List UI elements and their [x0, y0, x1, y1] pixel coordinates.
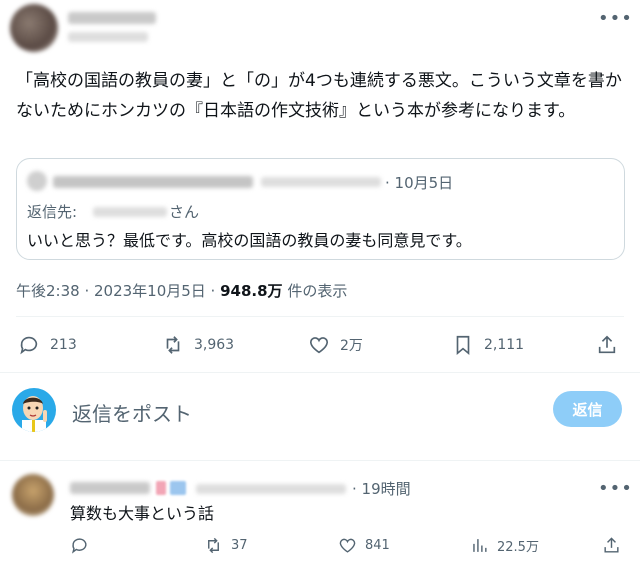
reply-input[interactable]: 返信をポスト — [72, 398, 192, 427]
quoted-author-name-blurred — [53, 176, 253, 188]
like-count: 2万 — [340, 338, 363, 354]
author-handle-blurred[interactable] — [68, 32, 148, 42]
reply-to-label: 返信先: — [27, 203, 78, 221]
post-text: 「高校の国語の教員の妻」と「の」が4つも連続する悪文。こういう文章を書かないため… — [16, 71, 622, 121]
analytics-icon — [473, 539, 487, 552]
quoted-post-text: いいと思う？最低です。高校の国語の教員の妻も同意見です。 — [27, 231, 472, 250]
reply-share-button[interactable] — [602, 536, 621, 555]
bookmark-count: 2,111 — [484, 337, 525, 353]
reply-views-button[interactable]: 22.5万 — [470, 536, 539, 555]
reply-to-suffix: さん — [169, 203, 200, 221]
reply-more-options-icon[interactable]: ••• — [598, 478, 633, 499]
view-count-suffix: 件の表示 — [282, 282, 348, 300]
quoted-post-date: · 10月5日 — [385, 174, 454, 192]
share-button[interactable] — [596, 334, 618, 356]
cartoon-avatar-icon — [13, 389, 55, 432]
reply-to-handle-blurred[interactable] — [93, 207, 167, 217]
like-button[interactable]: 2万 — [308, 334, 363, 356]
quoted-author-handle-blurred — [261, 177, 381, 187]
reply-icon — [71, 538, 87, 554]
repost-icon — [166, 336, 180, 354]
quoted-post-card[interactable]: · 10月5日 返信先: さん いいと思う？最低です。高校の国語の教員の妻も同意… — [16, 158, 625, 260]
author-name-blurred[interactable] — [68, 12, 156, 24]
bookmark-icon — [456, 335, 470, 356]
reply-author-name-blurred[interactable] — [70, 482, 150, 494]
reply-like-count: 841 — [365, 538, 390, 553]
more-options-icon[interactable]: ••• — [598, 8, 633, 29]
reply-like-button[interactable]: 841 — [338, 536, 390, 555]
repost-button[interactable]: 3,963 — [162, 334, 234, 356]
reply-icon — [20, 336, 38, 355]
heart-icon — [309, 337, 329, 354]
divider — [16, 316, 624, 317]
author-avatar[interactable] — [10, 4, 58, 52]
reply-post-text: 算数も大事という話 — [70, 504, 215, 523]
reply-post-time[interactable]: · 19時間 — [352, 478, 411, 499]
repost-count: 3,963 — [194, 337, 235, 353]
post-timestamp[interactable]: 午後2:38 · 2023年10月5日 · — [16, 282, 220, 300]
heart-icon — [339, 538, 356, 553]
quoted-author-avatar — [27, 171, 47, 191]
share-icon — [598, 335, 616, 354]
bookmark-button[interactable]: 2,111 — [452, 334, 524, 356]
reply-count: 213 — [50, 337, 77, 353]
share-icon — [604, 537, 619, 553]
reply-submit-button[interactable]: 返信 — [553, 391, 622, 427]
reply-button[interactable]: 213 — [18, 334, 77, 356]
reply-author-avatar[interactable] — [12, 474, 54, 516]
reply-view-count: 22.5万 — [497, 540, 539, 555]
divider — [0, 460, 640, 461]
reply-author-emoji-blurred — [156, 481, 166, 495]
reply-reply-button[interactable] — [70, 536, 89, 555]
reply-repost-count: 37 — [231, 538, 248, 553]
reply-author-emoji-blurred — [170, 481, 186, 495]
post-meta: 午後2:38 · 2023年10月5日 · 948.8万 件の表示 — [16, 280, 347, 301]
repost-icon — [208, 537, 219, 554]
reply-repost-button[interactable]: 37 — [204, 536, 248, 555]
view-count: 948.8万 — [220, 282, 283, 300]
divider — [0, 372, 640, 373]
reply-author-handle-blurred[interactable] — [196, 484, 346, 494]
user-avatar[interactable] — [12, 388, 56, 432]
